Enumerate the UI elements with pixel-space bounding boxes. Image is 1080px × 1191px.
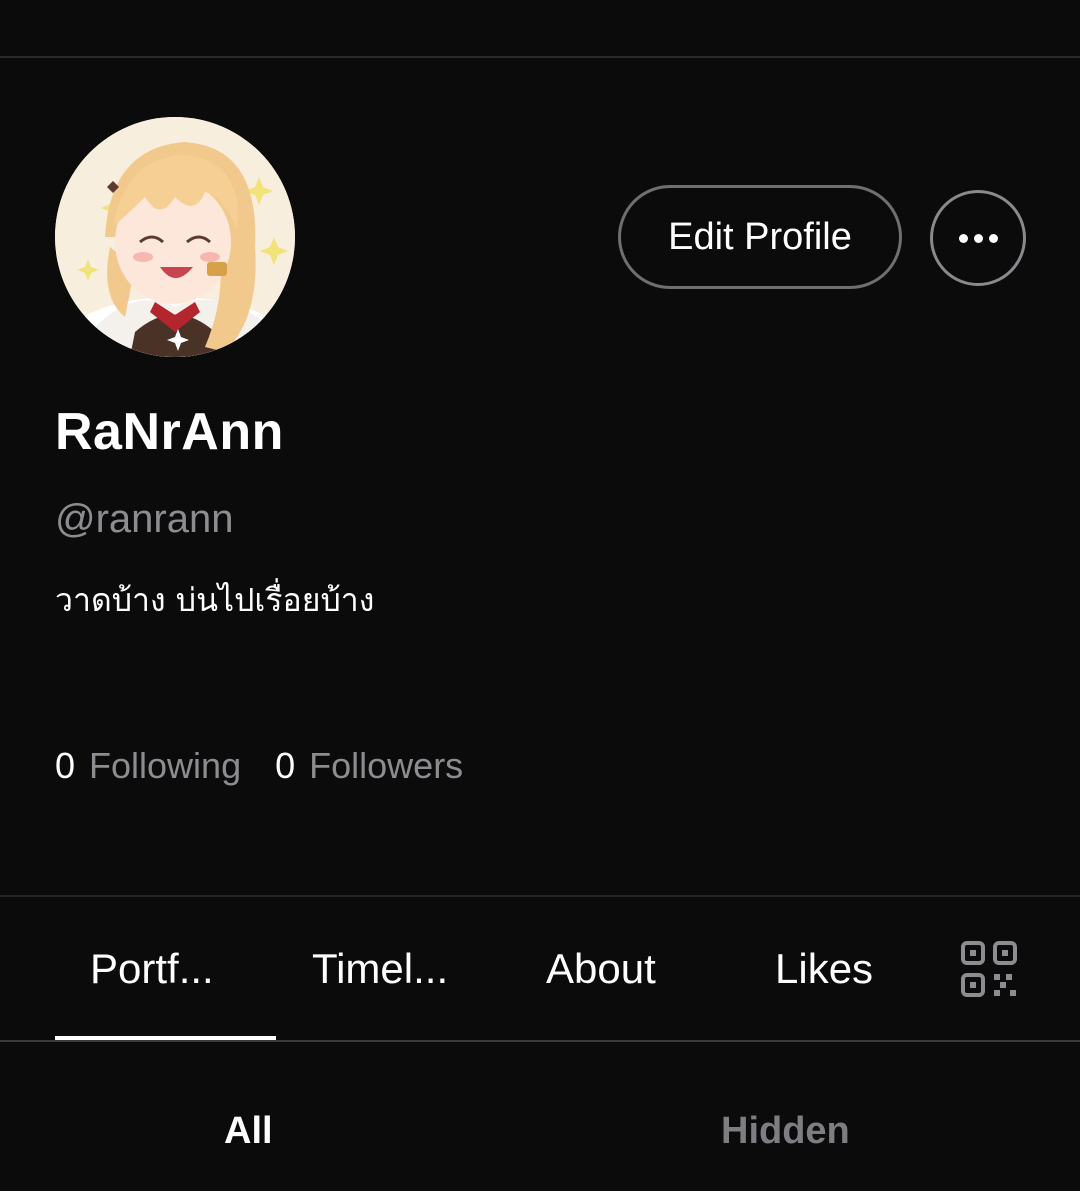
following-label[interactable]: Following [89, 745, 241, 787]
tab-likes[interactable]: Likes [775, 945, 873, 993]
more-horizontal-icon-dot [988, 233, 998, 243]
tab-portfolio[interactable]: Portf... [90, 945, 214, 993]
top-divider [0, 56, 1080, 58]
follow-stats: 0 Following 0 Followers [55, 745, 497, 787]
tab-about[interactable]: About [546, 945, 656, 993]
followers-count[interactable]: 0 [275, 745, 295, 787]
edit-profile-button[interactable]: Edit Profile [618, 185, 902, 289]
followers-label[interactable]: Followers [309, 745, 463, 787]
tabs-divider [0, 1040, 1080, 1042]
more-horizontal-icon [958, 233, 968, 243]
anime-character-avatar-icon [55, 117, 295, 357]
tab-timeline[interactable]: Timel... [312, 945, 448, 993]
following-count[interactable]: 0 [55, 745, 75, 787]
qr-code-icon[interactable] [960, 940, 1018, 998]
user-handle: @ranrann [55, 497, 234, 541]
avatar[interactable] [55, 117, 295, 357]
user-bio: วาดบ้าง บ่นไปเรื่อยบ้าง [55, 581, 375, 619]
more-horizontal-icon-dot [973, 233, 983, 243]
subtab-all[interactable]: All [224, 1110, 273, 1153]
section-divider [0, 895, 1080, 897]
display-name: RaNrAnn [55, 403, 284, 461]
more-options-button[interactable] [930, 190, 1026, 286]
subtab-hidden[interactable]: Hidden [721, 1110, 850, 1153]
